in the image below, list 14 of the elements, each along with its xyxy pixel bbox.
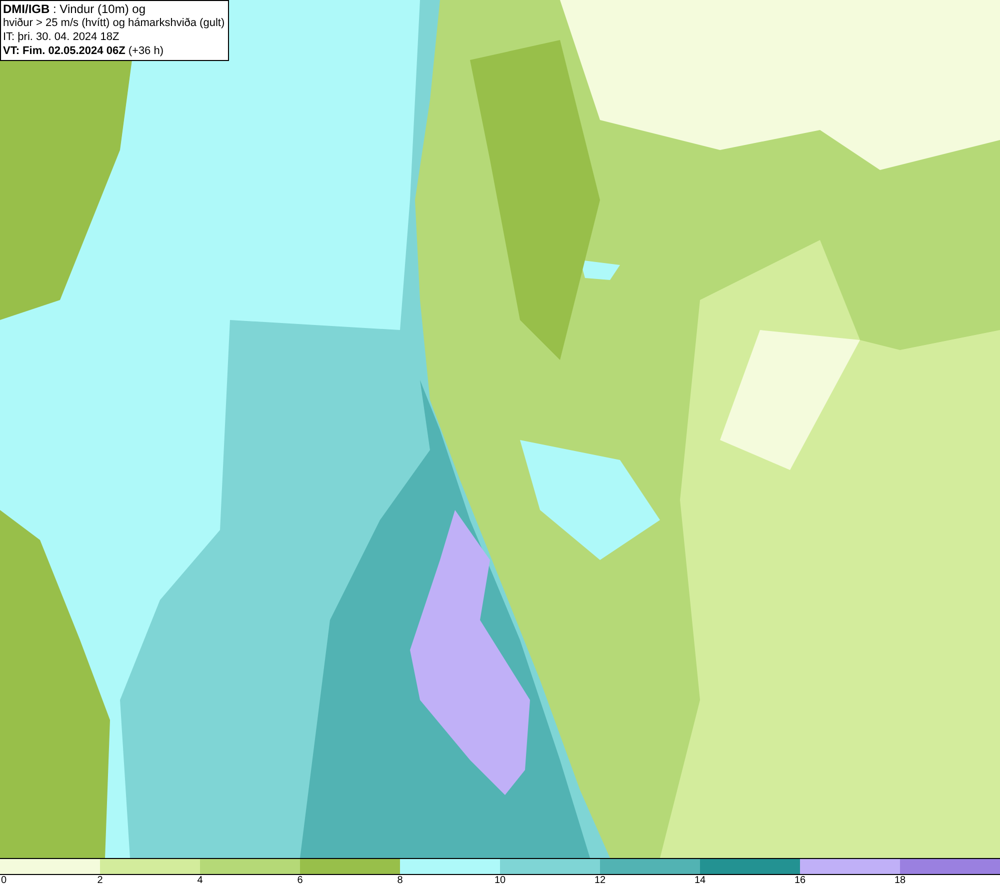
legend-label: 16 (794, 875, 806, 887)
title-line: DMI/IGB : Vindur (10m) og (3, 2, 146, 16)
title-line: IT: þri. 30. 04. 2024 18Z (3, 30, 120, 44)
legend-label: 18 (894, 875, 906, 887)
legend-label: 6 (297, 875, 303, 887)
legend-label: 2 (97, 875, 103, 887)
legend-label: 12 (594, 875, 606, 887)
legend-label: 14 (694, 875, 706, 887)
legend-label: 0 (1, 875, 7, 887)
legend-label: 10 (494, 875, 506, 887)
title-line: hviður > 25 m/s (hvítt) og hámarkshviða (gult) (3, 16, 225, 30)
legend-label: 8 (397, 875, 403, 887)
legend-label: 4 (197, 875, 203, 887)
title-line: VT: Fim. 02.05.2024 06Z (+36 h) (3, 44, 165, 58)
